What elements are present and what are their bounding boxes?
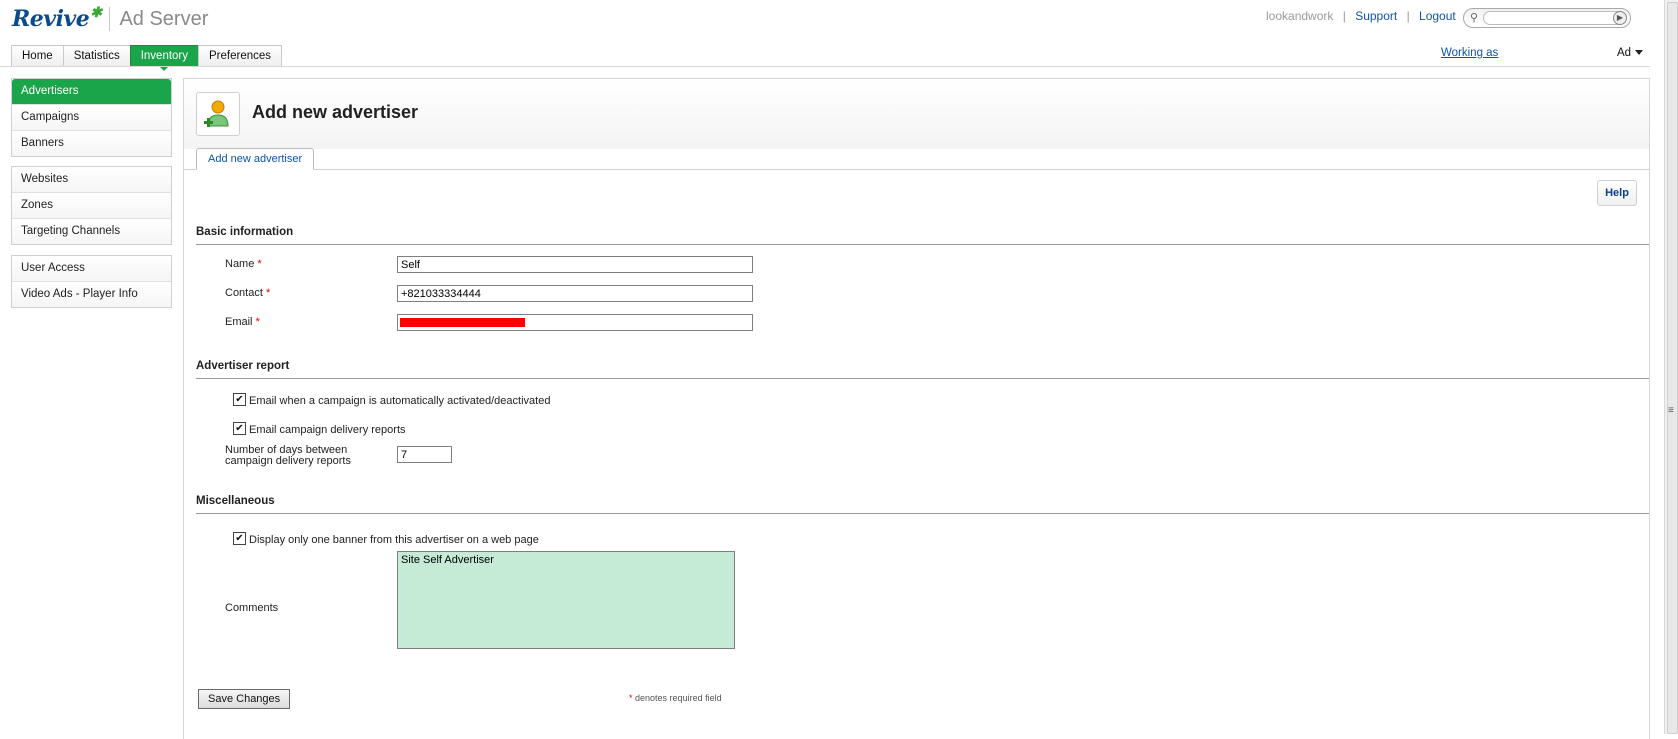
email-label: Email * (225, 316, 260, 328)
support-link[interactable]: Support (1355, 9, 1397, 23)
account-select[interactable]: Ad (1617, 47, 1644, 59)
link-separator: | (1342, 9, 1346, 23)
brand-logo: Revive✱ (12, 5, 102, 32)
sidebar-group-misc: User Access Video Ads - Player Info (11, 255, 172, 308)
search-icon: ⚲ (1470, 12, 1479, 24)
tabbar-divider (0, 66, 1650, 67)
sidebar-group-websites: Websites Zones Targeting Channels (11, 166, 172, 245)
tab-preferences[interactable]: Preferences (198, 45, 283, 66)
top-links: lookandwork | Support | Logout (1266, 9, 1456, 23)
section-divider (196, 378, 1649, 379)
delivery-reports-checkbox[interactable]: ✔ (233, 422, 246, 435)
page-title: Add new advertiser (252, 102, 419, 122)
logout-link[interactable]: Logout (1419, 9, 1456, 23)
sidebar-item-targeting-channels[interactable]: Targeting Channels (12, 218, 171, 244)
sidebar-item-user-access[interactable]: User Access (12, 256, 171, 281)
comments-textarea[interactable]: Site Self Advertiser (397, 551, 735, 649)
logo-divider (109, 7, 111, 31)
sidebar-item-campaigns[interactable]: Campaigns (12, 104, 171, 130)
page-scrollbar[interactable]: ≡ (1664, 0, 1678, 734)
required-field-note: * denotes required field (629, 693, 722, 703)
sidebar-item-websites[interactable]: Websites (12, 167, 171, 192)
email-redaction (400, 318, 525, 327)
section-divider (196, 244, 1649, 245)
product-name: Ad Server (119, 7, 209, 30)
auto-activate-checkbox[interactable]: ✔ (233, 393, 246, 406)
delivery-reports-label: Email campaign delivery reports (249, 424, 406, 436)
one-banner-label: Display only one banner from this advert… (249, 534, 539, 546)
current-user: lookandwork (1266, 9, 1334, 23)
scrollbar-grip-icon: ≡ (1668, 405, 1674, 416)
section-advertiser-report: Advertiser report (196, 360, 290, 372)
main-tabs: Home Statistics Inventory Preferences (11, 45, 283, 71)
tab-statistics[interactable]: Statistics (62, 45, 131, 66)
report-days-input[interactable] (397, 446, 452, 463)
search-submit-icon[interactable]: ▶ (1613, 11, 1627, 25)
help-button[interactable]: Help (1597, 180, 1637, 206)
name-label: Name * (225, 258, 262, 270)
sidebar-item-zones[interactable]: Zones (12, 192, 171, 218)
search-box: ⚲ ▶ (1463, 8, 1631, 28)
auto-activate-label: Email when a campaign is automatically a… (249, 395, 551, 407)
link-separator: | (1406, 9, 1410, 23)
tab-add-new-advertiser[interactable]: Add new advertiser (196, 148, 315, 170)
contact-input[interactable] (397, 285, 753, 302)
working-as-link[interactable]: Working as (1441, 47, 1498, 59)
search-input[interactable] (1483, 11, 1625, 25)
tab-home[interactable]: Home (11, 45, 64, 66)
add-advertiser-icon (196, 92, 240, 136)
report-days-label: Number of days between campaign delivery … (225, 444, 351, 467)
section-basic-information: Basic information (196, 226, 294, 238)
chevron-down-icon (1635, 50, 1644, 56)
contact-label: Contact * (225, 287, 271, 299)
sidebar-item-advertisers[interactable]: Advertisers (12, 79, 171, 104)
main-panel: Add new advertiser Add new advertiser He… (183, 78, 1650, 739)
leaf-icon: ✱ (90, 5, 102, 21)
sidebar-group-inventory: Advertisers Campaigns Banners (11, 78, 172, 157)
save-changes-button[interactable]: Save Changes (198, 689, 291, 709)
scrollbar-thumb[interactable] (1667, 2, 1678, 734)
tab-inventory[interactable]: Inventory (129, 45, 200, 71)
app-logo[interactable]: Revive✱ Ad Server (12, 4, 208, 34)
one-banner-checkbox[interactable]: ✔ (233, 532, 246, 545)
comments-label: Comments (225, 602, 279, 614)
section-divider (196, 513, 1649, 514)
section-miscellaneous: Miscellaneous (196, 495, 275, 507)
sidebar-item-video-ads[interactable]: Video Ads - Player Info (12, 281, 171, 307)
subtab-divider (184, 169, 1649, 170)
sidebar-item-banners[interactable]: Banners (12, 130, 171, 156)
name-input[interactable] (397, 256, 753, 273)
